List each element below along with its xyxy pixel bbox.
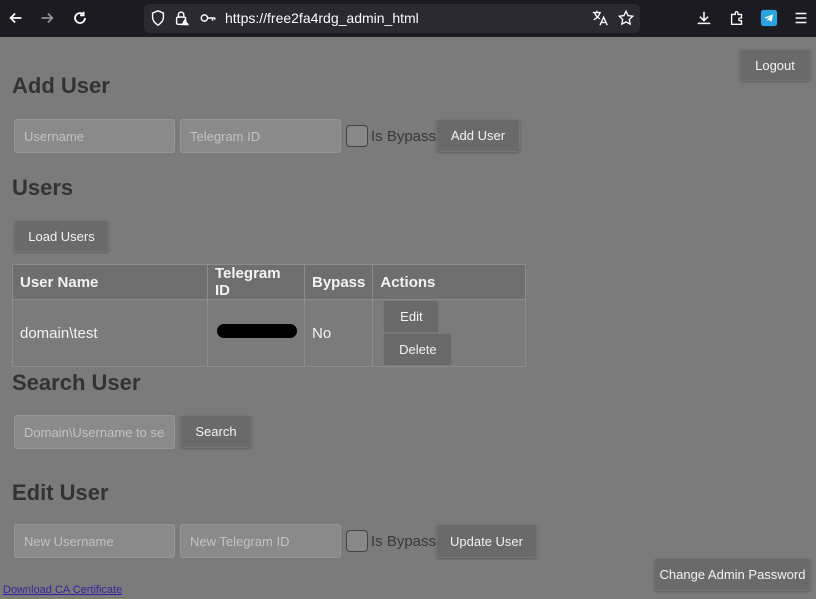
browser-toolbar: https://free2fa4rdg_admin_html [0,0,816,37]
redaction-mark [217,324,297,338]
table-row: domain\test No EditDelete [12,299,526,367]
key-icon[interactable] [198,8,218,28]
cell-bypass: No [303,299,374,367]
cell-actions: EditDelete [372,299,526,367]
add-user-button[interactable]: Add User [436,119,520,152]
new-username-input[interactable] [14,524,175,558]
admin-page: Logout Add User Is Bypass Add User Users… [0,37,816,599]
add-user-title: Add User [12,73,110,98]
forward-arrow-icon[interactable] [37,8,57,28]
search-input[interactable] [14,415,175,449]
column-header-telegram-id: Telegram ID [207,264,305,300]
menu-icon[interactable] [791,8,811,28]
new-telegram-id-input[interactable] [180,524,341,558]
insecure-lock-icon[interactable] [172,8,192,28]
column-header-username: User Name [12,264,208,300]
telegram-extension-icon[interactable] [759,8,779,28]
bypass-checkbox[interactable] [346,125,368,147]
load-users-button[interactable]: Load Users [14,220,109,252]
shield-icon[interactable] [148,8,168,28]
extensions-icon[interactable] [727,8,747,28]
back-arrow-icon[interactable] [6,8,26,28]
change-admin-password-button[interactable]: Change Admin Password [654,558,811,591]
table-header-row: User Name Telegram ID Bypass Actions [12,264,526,300]
url-text[interactable]: https://free2fa4rdg_admin_html [225,10,419,26]
users-table: User Name Telegram ID Bypass Actions dom… [12,264,526,367]
delete-button[interactable]: Delete [383,333,453,366]
bypass-label: Is Bypass [371,128,437,145]
column-header-bypass: Bypass [303,264,374,300]
edit-button[interactable]: Edit [383,300,440,333]
column-header-actions: Actions [372,264,526,300]
download-icon[interactable] [694,8,714,28]
cell-username: domain\test [12,299,208,367]
download-ca-certificate-link[interactable]: Download CA Certificate [3,584,122,596]
edit-user-title: Edit User [12,480,109,505]
edit-bypass-label: Is Bypass [371,533,437,550]
update-user-button[interactable]: Update User [436,524,537,558]
search-user-title: Search User [12,370,141,395]
cell-telegram-id [207,299,305,367]
users-title: Users [12,175,74,200]
translate-icon[interactable] [590,8,610,28]
username-input[interactable] [14,119,175,153]
reload-icon[interactable] [70,8,90,28]
search-button[interactable]: Search [180,415,252,448]
telegram-id-input[interactable] [180,119,341,153]
edit-bypass-checkbox[interactable] [346,530,368,552]
logout-button[interactable]: Logout [739,49,811,81]
bookmark-star-icon[interactable] [616,8,636,28]
